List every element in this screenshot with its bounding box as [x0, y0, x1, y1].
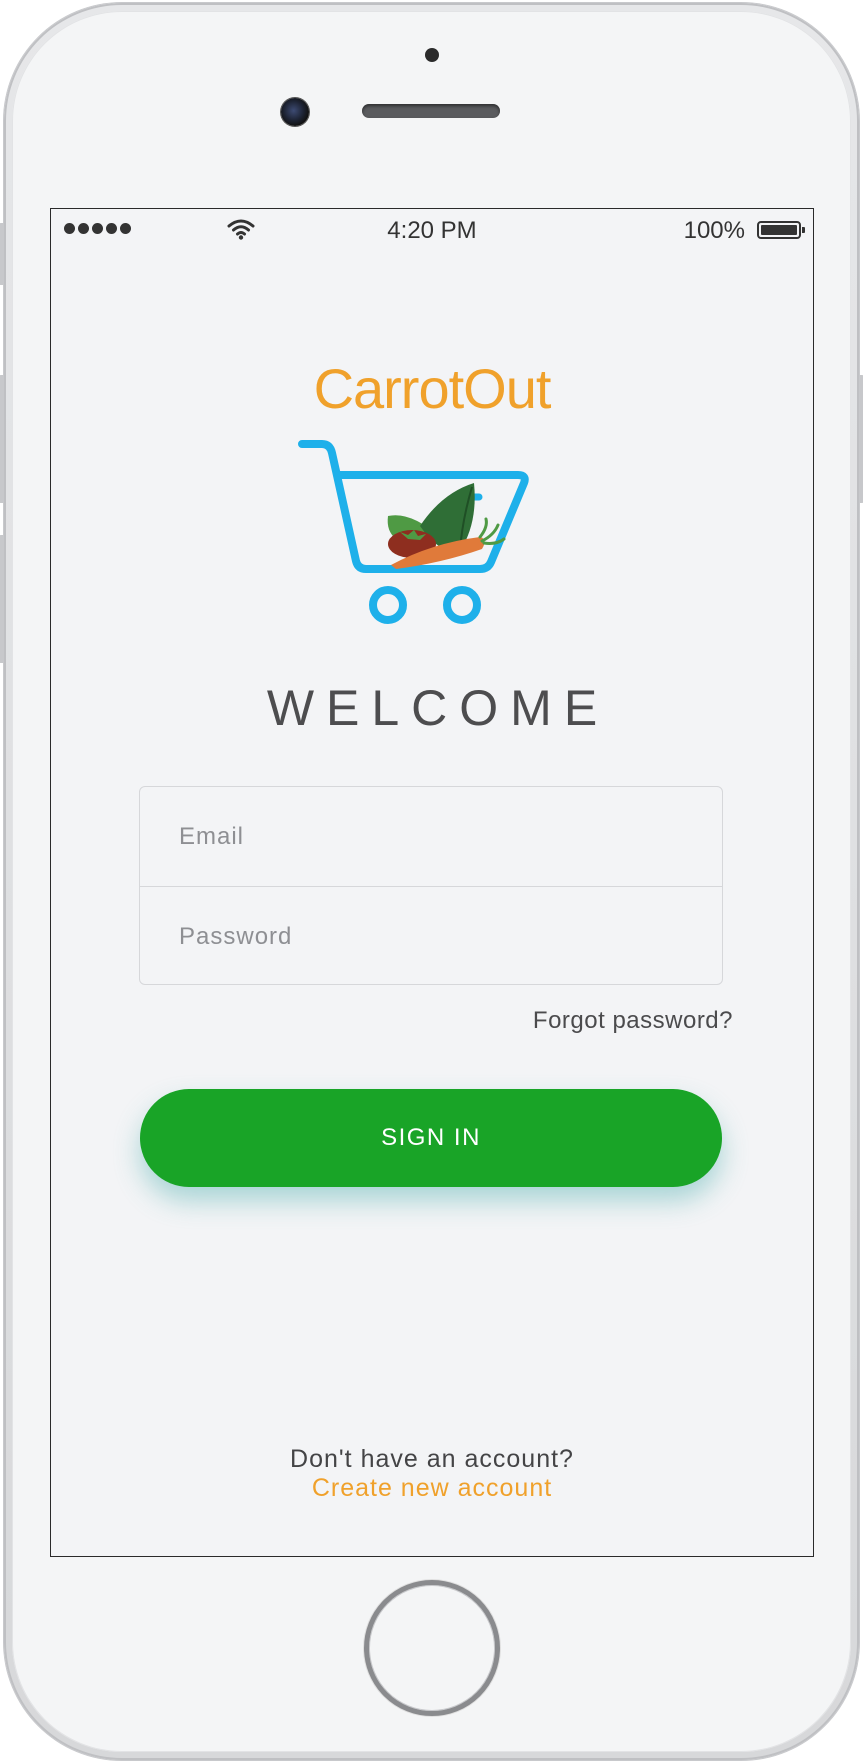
- battery-percentage: 100%: [683, 217, 745, 244]
- password-field[interactable]: [140, 887, 722, 986]
- mute-switch: [0, 223, 4, 285]
- status-bar: 4:20 PM 100%: [51, 209, 813, 249]
- front-camera: [281, 98, 309, 126]
- sign-in-button[interactable]: SIGN IN: [140, 1089, 722, 1187]
- earpiece-speaker: [362, 104, 500, 118]
- volume-up-button: [0, 375, 4, 503]
- login-form: [139, 786, 723, 986]
- battery-level-fill: [761, 225, 797, 235]
- battery-icon: [757, 221, 805, 239]
- email-field[interactable]: [140, 787, 722, 886]
- brand-name: CarrotOut: [313, 357, 552, 420]
- shopping-cart-vegetables-icon: [298, 440, 529, 624]
- home-button[interactable]: [364, 1580, 500, 1716]
- forgot-password-link[interactable]: Forgot password?: [533, 1007, 733, 1035]
- app-screen: 4:20 PM 100% CarrotOut WELCOME Forgot pa…: [50, 208, 814, 1557]
- no-account-text: Don't have an account?: [290, 1445, 574, 1473]
- volume-down-button: [0, 535, 4, 663]
- create-account-link[interactable]: Create new account: [51, 1474, 813, 1503]
- proximity-sensor: [425, 48, 439, 62]
- power-button: [859, 375, 863, 503]
- welcome-heading: WELCOME: [266, 680, 610, 736]
